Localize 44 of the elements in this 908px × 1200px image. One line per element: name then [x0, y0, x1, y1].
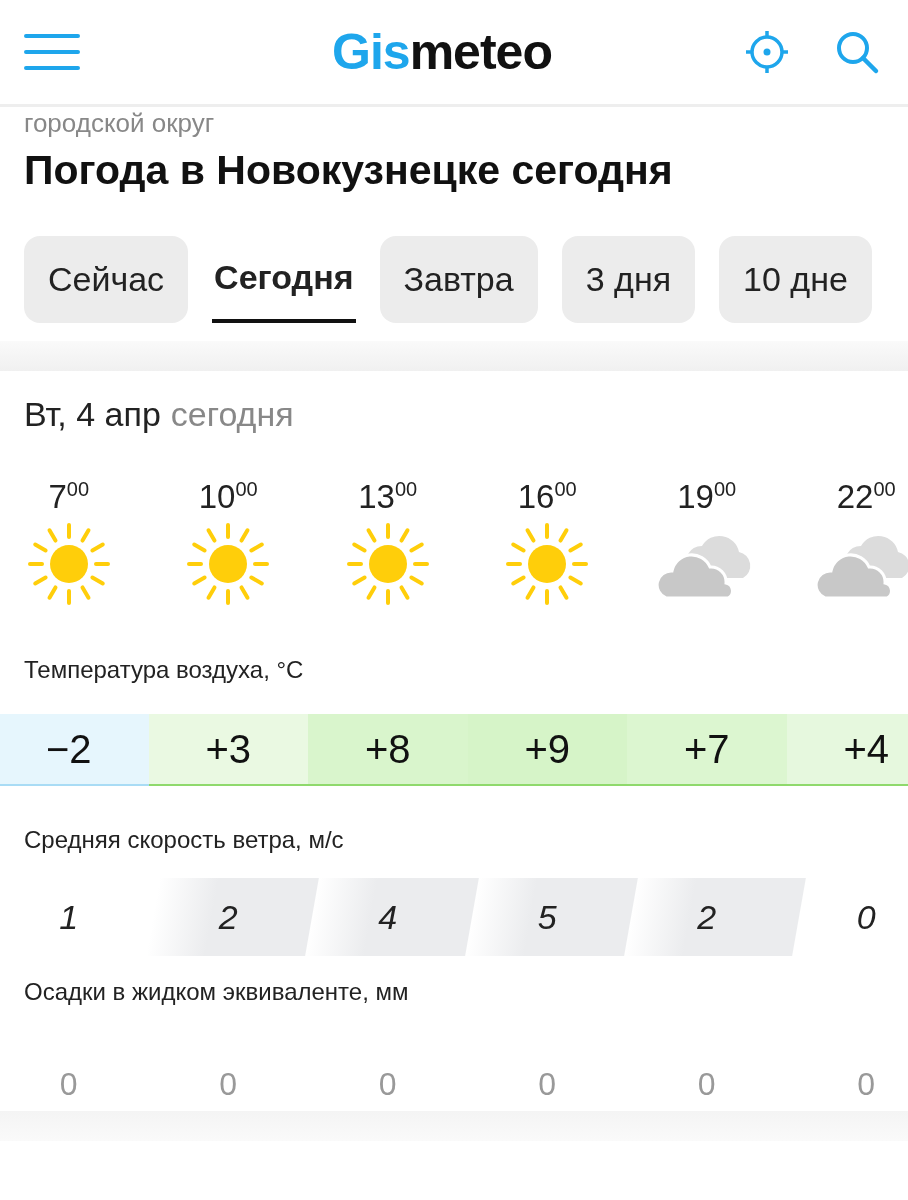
wind-label: Средняя скорость ветра, м/с: [24, 826, 344, 854]
menu-icon[interactable]: [24, 32, 80, 72]
date-label: Вт, 4 апр: [24, 395, 161, 434]
wind-value: 2: [218, 897, 238, 937]
region-label: городской округ: [24, 109, 215, 137]
precipitation-value: 0: [378, 1066, 397, 1103]
period-tab[interactable]: Сегодня: [212, 236, 356, 323]
period-tab[interactable]: 10 дне: [719, 236, 872, 323]
hour-label: 19$^{00}$: [677, 478, 737, 516]
wind-value: 1: [59, 897, 79, 937]
hour-label: 22$^{00}$: [836, 478, 896, 516]
hour-label: 13$^{00}$: [358, 478, 418, 516]
period-tab[interactable]: Сейчас: [24, 236, 189, 323]
temperature-value: +7: [683, 726, 730, 772]
temperature-value: −2: [45, 726, 92, 772]
wind-value: 5: [537, 897, 557, 937]
precipitation-value: 0: [857, 1066, 876, 1103]
temperature-value: +3: [205, 726, 252, 772]
precipitation-value: 0: [697, 1066, 716, 1103]
sun-icon: [26, 522, 111, 606]
period-tab[interactable]: Завтра: [379, 236, 538, 323]
page-title: Погода в Новокузнецке сегодня: [24, 147, 673, 194]
precipitation-value: 0: [538, 1066, 557, 1103]
sun-icon: [505, 522, 590, 606]
hour-label: 7$^{00}$: [48, 478, 90, 516]
logo[interactable]: Gismeteo: [332, 23, 552, 81]
today-label: сегодня: [170, 395, 294, 434]
temperature-value: +8: [364, 726, 411, 772]
sun-icon: [186, 522, 271, 606]
location-icon[interactable]: [744, 29, 790, 75]
hour-label: 10$^{00}$: [198, 478, 258, 516]
sun-icon: [345, 522, 430, 606]
hour-label: 16$^{00}$: [517, 478, 577, 516]
period-tab[interactable]: 3 дня: [561, 236, 696, 323]
temperature-label: Температура воздуха, °C: [24, 656, 304, 684]
wind-value: 2: [697, 897, 717, 937]
precipitation-value: 0: [59, 1066, 78, 1103]
wind-value: 4: [378, 897, 398, 937]
temperature-value: +9: [524, 726, 571, 772]
temperature-value: +4: [843, 726, 890, 772]
search-icon[interactable]: [834, 29, 880, 75]
precipitation-value: 0: [219, 1066, 238, 1103]
precipitation-label: Осадки в жидком эквиваленте, мм: [24, 978, 409, 1006]
wind-value: 0: [856, 897, 876, 937]
